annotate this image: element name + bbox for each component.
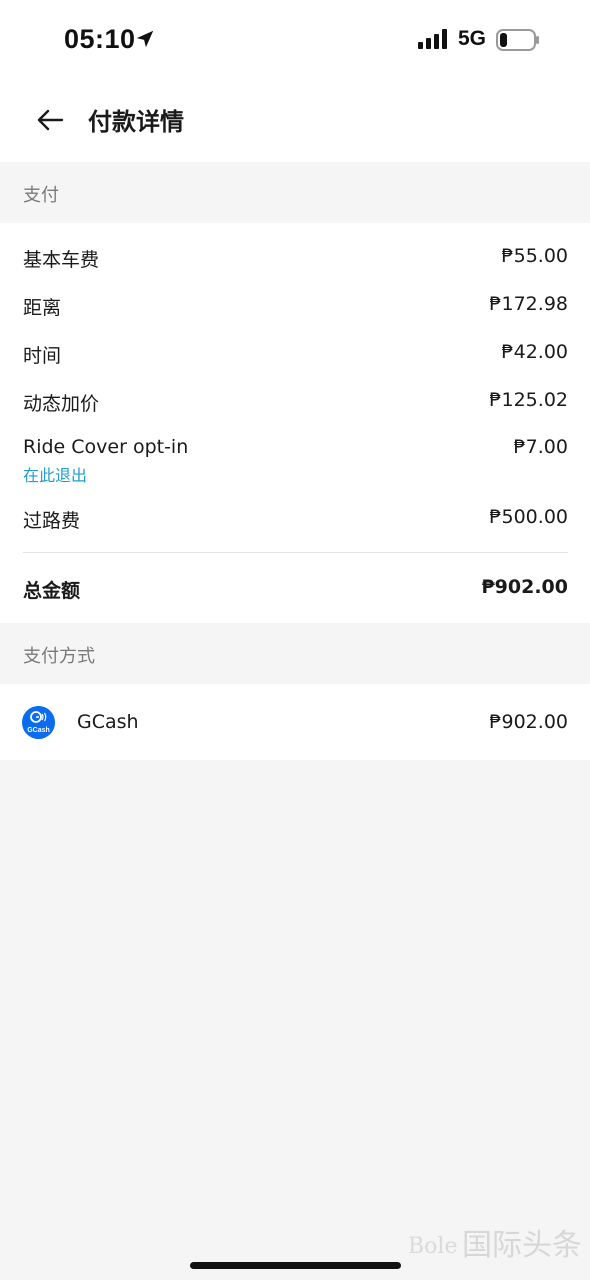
fee-row-time: 时间 ₱42.00 xyxy=(23,341,568,371)
fee-label: 时间 xyxy=(23,345,62,367)
payment-method-section-header: 支付方式 xyxy=(0,623,590,684)
top-app-bar: 付款详情 xyxy=(0,80,590,162)
payment-method-section-title: 支付方式 xyxy=(23,646,95,667)
payment-details-screen: 05:10 5G 付款详情 支付 基本车费 ₱55.00 距离 ₱172.98 … xyxy=(0,0,590,1280)
payment-section-header: 支付 xyxy=(0,162,590,223)
total-row: 总金额 ₱902.00 xyxy=(23,576,568,606)
watermark: Bole 国际头条 xyxy=(408,1220,590,1280)
signal-icon xyxy=(418,29,447,49)
page-title: 付款详情 xyxy=(88,108,184,136)
payment-section-title: 支付 xyxy=(23,185,59,206)
fee-label: 距离 xyxy=(23,297,62,319)
gcash-logo-icon: GCash xyxy=(22,706,55,739)
total-value: ₱902.00 xyxy=(481,576,568,598)
divider xyxy=(23,552,568,553)
fee-row-ride-cover: Ride Cover opt-in ₱7.00 在此退出 xyxy=(23,436,568,486)
fee-value: ₱7.00 xyxy=(513,436,568,458)
fee-label: 基本车费 xyxy=(23,249,100,271)
fee-label: Ride Cover opt-in xyxy=(23,436,189,458)
payment-method-amount: ₱902.00 xyxy=(489,711,568,733)
payment-method-row[interactable]: GCash GCash ₱902.00 xyxy=(0,684,590,760)
fee-row-base-fare: 基本车费 ₱55.00 xyxy=(23,245,568,275)
status-time: 05:10 xyxy=(64,24,136,54)
fee-label: 动态加价 xyxy=(23,393,100,415)
battery-icon xyxy=(496,29,539,51)
fee-label: 过路费 xyxy=(23,510,81,532)
gcash-logo-text: GCash xyxy=(27,727,50,734)
watermark-brand: Bole xyxy=(408,1234,458,1259)
status-bar: 05:10 5G xyxy=(0,0,590,80)
fee-breakdown-card: 基本车费 ₱55.00 距离 ₱172.98 时间 ₱42.00 动态加价 ₱1… xyxy=(0,223,590,623)
watermark-text: 国际头条 xyxy=(462,1228,582,1263)
fee-value: ₱55.00 xyxy=(501,245,568,267)
network-label: 5G xyxy=(458,27,487,50)
fee-value: ₱172.98 xyxy=(489,293,568,315)
arrow-left-icon xyxy=(37,109,64,131)
payment-method-name: GCash xyxy=(77,711,139,733)
fee-value: ₱125.02 xyxy=(489,389,568,411)
fee-row-toll: 过路费 ₱500.00 xyxy=(23,506,568,536)
fee-value: ₱500.00 xyxy=(489,506,568,528)
fee-value: ₱42.00 xyxy=(501,341,568,363)
opt-out-link[interactable]: 在此退出 xyxy=(23,462,87,486)
fee-row-surge: 动态加价 ₱125.02 xyxy=(23,389,568,419)
back-button[interactable] xyxy=(30,100,70,140)
total-label: 总金额 xyxy=(23,580,81,602)
fee-row-distance: 距离 ₱172.98 xyxy=(23,293,568,323)
location-arrow-icon xyxy=(136,30,154,48)
home-indicator[interactable] xyxy=(190,1262,401,1269)
